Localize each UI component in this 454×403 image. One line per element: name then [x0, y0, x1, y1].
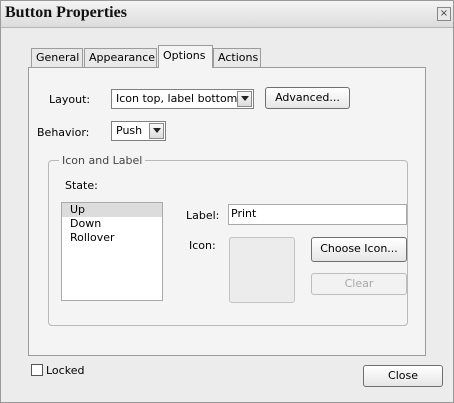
- layout-label: Layout:: [49, 93, 91, 106]
- behavior-select-value: Push: [116, 124, 143, 137]
- tab-general[interactable]: General: [31, 48, 83, 67]
- advanced-button[interactable]: Advanced...: [265, 87, 350, 109]
- layout-select-value: Icon top, label bottom: [116, 92, 238, 105]
- tab-options[interactable]: Options: [158, 45, 213, 68]
- state-list[interactable]: Up Down Rollover: [61, 202, 163, 301]
- layout-select[interactable]: Icon top, label bottom: [111, 89, 254, 109]
- state-item-rollover[interactable]: Rollover: [62, 231, 162, 245]
- title-bar: Button Properties ×: [1, 1, 453, 28]
- locked-label: Locked: [46, 364, 85, 377]
- state-item-up[interactable]: Up: [62, 203, 162, 217]
- behavior-select[interactable]: Push: [111, 121, 166, 141]
- clear-button[interactable]: Clear: [311, 273, 407, 295]
- state-label: State:: [65, 179, 98, 192]
- dialog-title: Button Properties: [5, 4, 127, 21]
- state-item-down[interactable]: Down: [62, 217, 162, 231]
- label-input[interactable]: Print: [228, 204, 407, 225]
- chevron-down-icon[interactable]: [149, 123, 164, 139]
- icon-field-label: Icon:: [189, 239, 216, 252]
- close-icon[interactable]: ×: [437, 7, 451, 21]
- button-properties-dialog: Button Properties × General Appearance O…: [0, 0, 454, 403]
- label-field-label: Label:: [186, 209, 220, 222]
- locked-checkbox[interactable]: [31, 364, 43, 376]
- tab-appearance[interactable]: Appearance: [84, 48, 157, 67]
- choose-icon-button[interactable]: Choose Icon...: [311, 237, 407, 262]
- icon-preview: [229, 237, 295, 303]
- close-button[interactable]: Close: [363, 365, 443, 387]
- icon-and-label-legend: Icon and Label: [59, 154, 146, 167]
- chevron-down-icon[interactable]: [237, 91, 252, 107]
- tab-actions[interactable]: Actions: [213, 48, 261, 67]
- behavior-label: Behavior:: [37, 126, 90, 139]
